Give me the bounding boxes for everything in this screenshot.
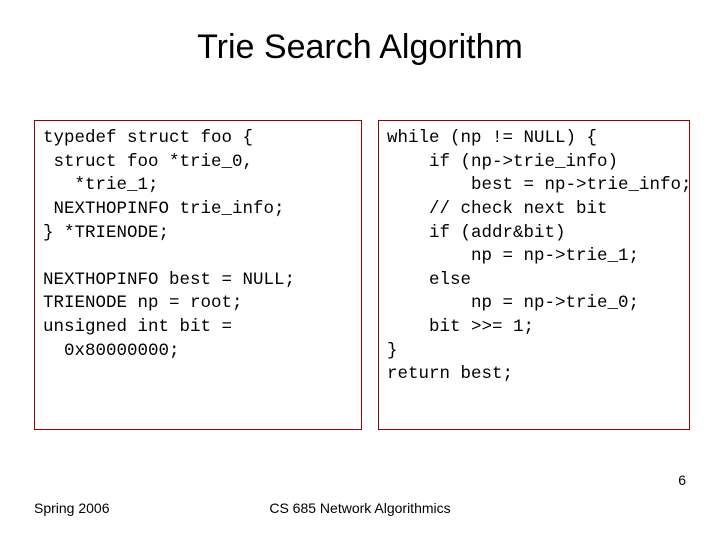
code-box-right: while (np != NULL) { if (np->trie_info) …	[378, 120, 690, 430]
code-box-left: typedef struct foo { struct foo *trie_0,…	[34, 120, 362, 430]
slide: Trie Search Algorithm typedef struct foo…	[0, 0, 720, 540]
slide-title: Trie Search Algorithm	[0, 28, 720, 67]
footer-center: CS 685 Network Algorithmics	[0, 500, 720, 516]
page-number: 6	[678, 472, 686, 488]
